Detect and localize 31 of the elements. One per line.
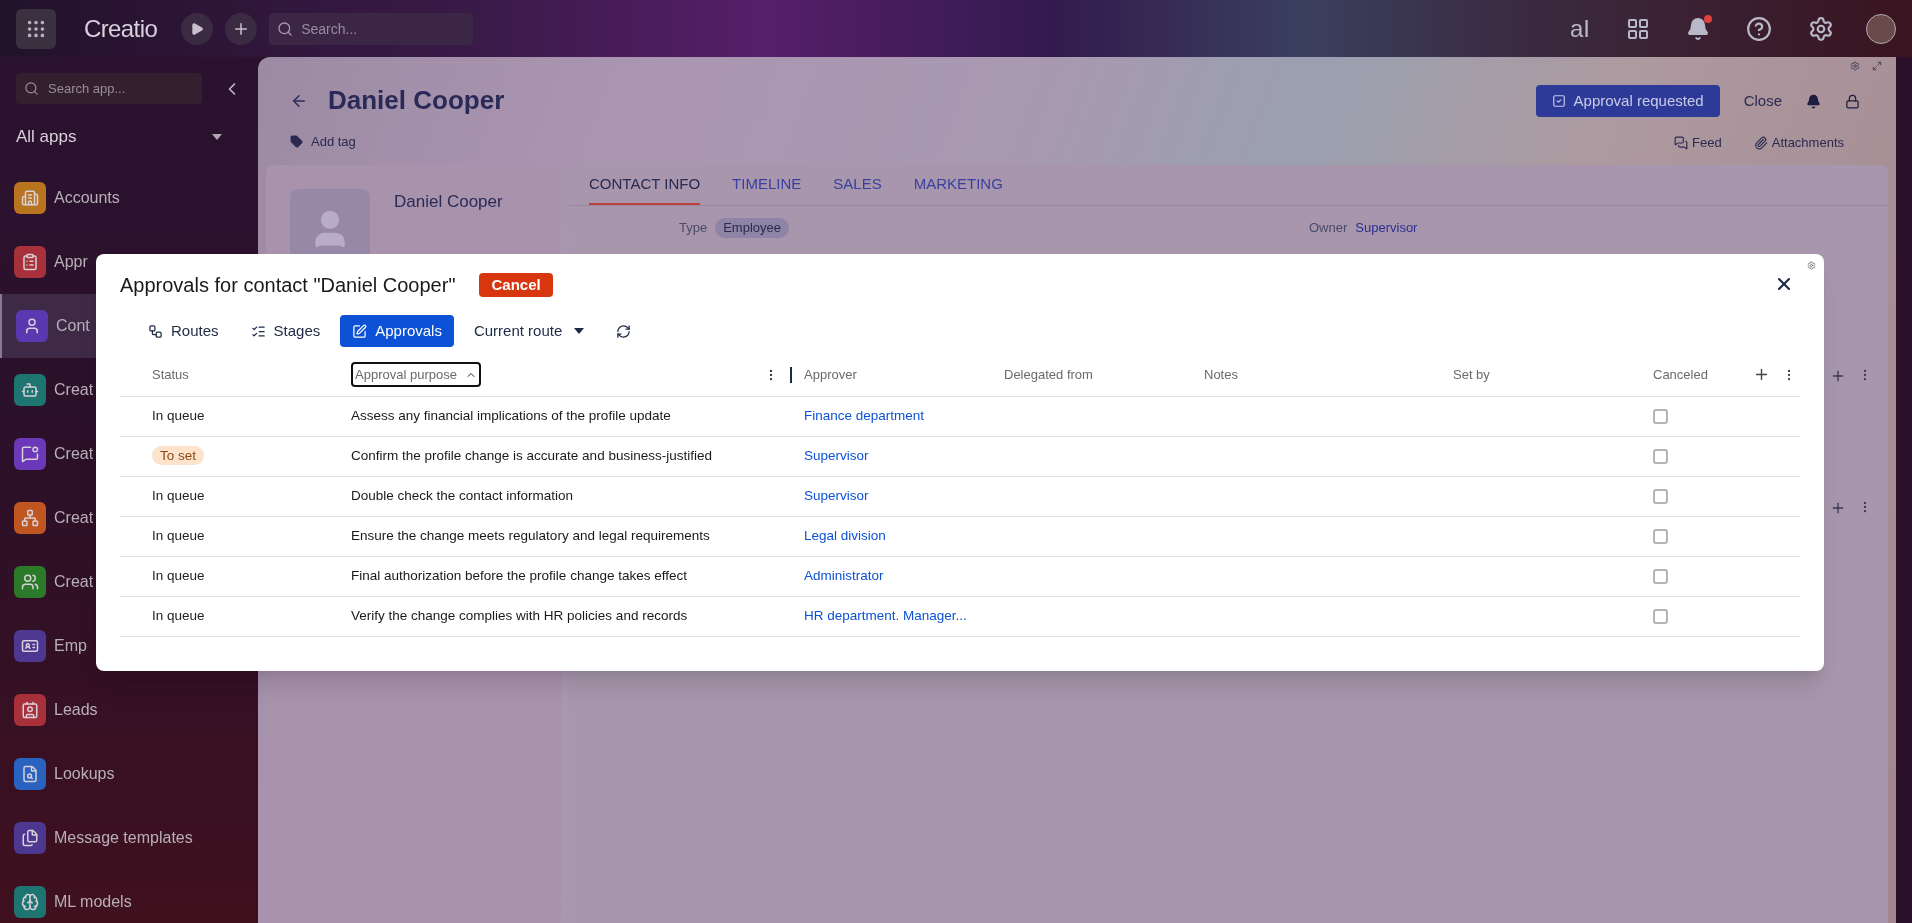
sidebar-item-label: Creat	[54, 443, 94, 464]
app-group-label: All apps	[16, 126, 77, 148]
profile-name: Daniel Cooper	[394, 190, 503, 213]
table-cell-text: Verify the change complies with HR policies and records	[351, 607, 688, 626]
table-cell-text: Confirm the profile change is accurate and business-justified	[351, 447, 712, 466]
status-text: In queue	[152, 608, 205, 624]
field-label: Owner	[1309, 219, 1348, 237]
sidebar-item-label: Creat	[54, 379, 94, 400]
field-label: Type	[679, 219, 708, 237]
logo: Creatio	[84, 13, 158, 44]
status-text: In queue	[152, 408, 205, 424]
status-text: In queue	[152, 568, 205, 584]
status-badge: To set	[152, 446, 205, 466]
sidebar-item-label: Leads	[54, 699, 98, 720]
dialog-title: Approvals for contact "Daniel Cooper"	[120, 273, 456, 298]
table-cell-text: Final authorization before the profile change takes effect	[351, 567, 687, 586]
sidebar-item-label: Lookups	[54, 763, 115, 784]
sidebar-item-label: ML models	[54, 891, 132, 912]
status-text: In queue	[152, 528, 205, 544]
table-cell-text: Double check the contact information	[351, 487, 574, 506]
status-text: In queue	[152, 488, 205, 504]
table-cell-text: Assess any financial implications of the profile update	[351, 407, 671, 426]
sidebar-item-label: Appr	[54, 251, 88, 272]
sidebar-item-label: Creat	[54, 507, 94, 528]
table-cell-text: Ensure the change meets regulatory and legal requirements	[351, 527, 710, 546]
sidebar-item-label: Cont	[56, 315, 90, 336]
sidebar-item-label: Emp	[54, 635, 87, 656]
sidebar-item-label: Accounts	[54, 187, 120, 208]
sidebar-item-label: Message templates	[54, 827, 193, 848]
record-title: Daniel Cooper	[328, 84, 505, 117]
sidebar-item-label: Creat	[54, 571, 94, 592]
